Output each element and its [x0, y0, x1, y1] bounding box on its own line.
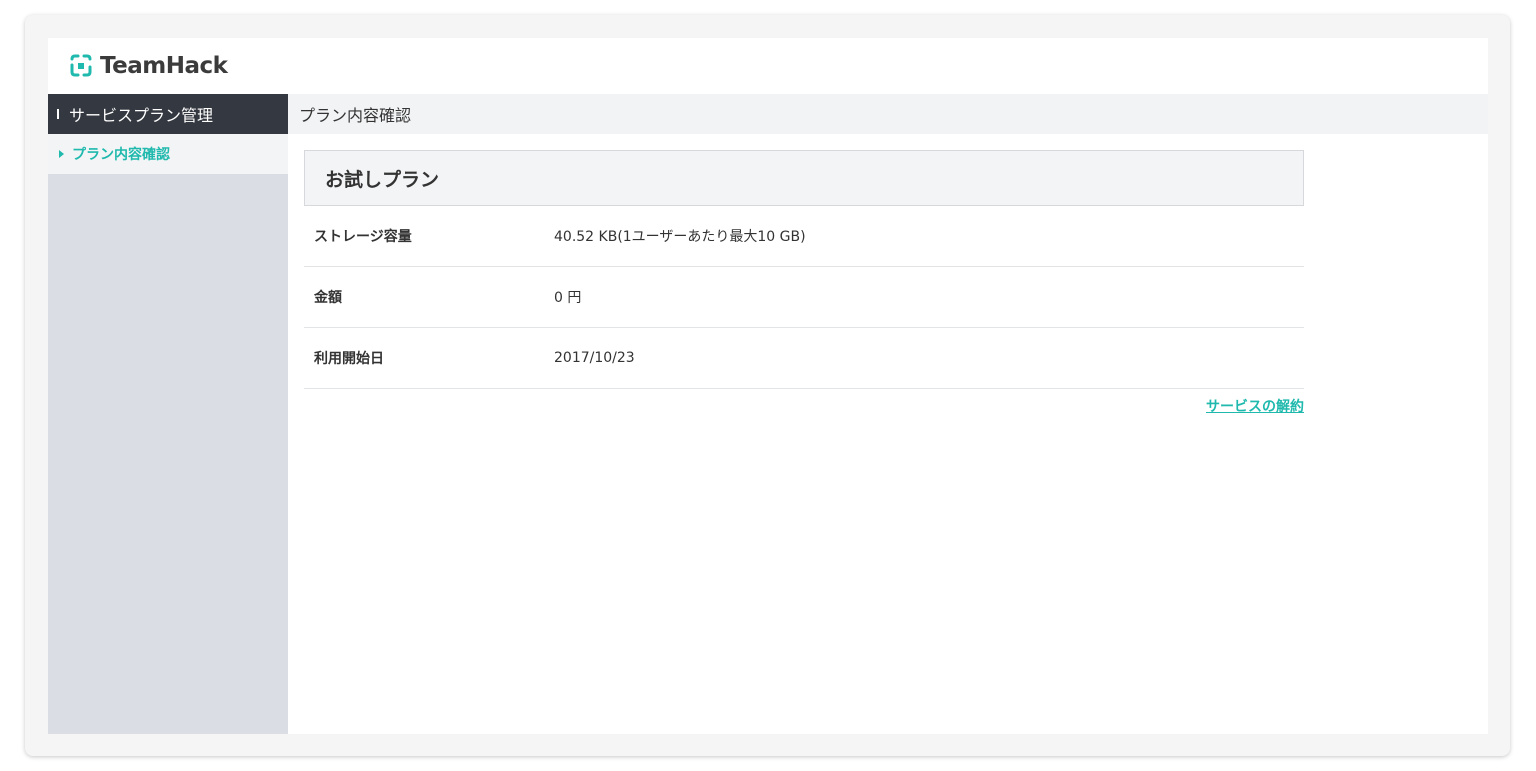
- sidebar-section-title: サービスプラン管理: [69, 106, 214, 125]
- detail-row-price: 金額 0 円: [304, 267, 1304, 328]
- detail-value: 0 円: [554, 290, 582, 306]
- brand-name: TeamHack: [100, 53, 228, 79]
- caret-right-icon: [59, 150, 64, 158]
- sidebar-item-plan-confirm[interactable]: プラン内容確認: [48, 134, 288, 174]
- detail-row-storage: ストレージ容量 40.52 KB(1ユーザーあたり最大10 GB): [304, 206, 1304, 267]
- header: TeamHack: [48, 38, 1488, 94]
- sidebar-section-header: サービスプラン管理: [48, 94, 288, 134]
- plan-name-box: お試しプラン: [304, 150, 1304, 206]
- plan-name: お試しプラン: [325, 168, 440, 191]
- logo[interactable]: TeamHack: [68, 52, 228, 80]
- detail-label: 金額: [314, 290, 342, 306]
- app-frame: TeamHack サービスプラン管理 プラン内容確認 プラン内容確認 お試しプラ…: [48, 38, 1488, 734]
- plan-content: お試しプラン ストレージ容量 40.52 KB(1ユーザーあたり最大10 GB)…: [304, 150, 1304, 416]
- sidebar-item-label: プラン内容確認: [72, 147, 170, 163]
- page-title-bar: プラン内容確認: [288, 94, 1488, 134]
- window-card: TeamHack サービスプラン管理 プラン内容確認 プラン内容確認 お試しプラ…: [25, 15, 1510, 756]
- cancel-row: サービスの解約: [304, 389, 1304, 416]
- detail-label: ストレージ容量: [314, 229, 412, 245]
- page-title: プラン内容確認: [299, 106, 412, 125]
- detail-row-start-date: 利用開始日 2017/10/23: [304, 328, 1304, 389]
- cancel-service-link[interactable]: サービスの解約: [1206, 399, 1304, 415]
- teamhack-logo-icon: [68, 53, 94, 79]
- section-bar-icon: [57, 109, 59, 119]
- detail-value: 40.52 KB(1ユーザーあたり最大10 GB): [554, 229, 806, 245]
- sidebar: サービスプラン管理 プラン内容確認: [48, 94, 288, 734]
- detail-label: 利用開始日: [314, 351, 384, 367]
- detail-value: 2017/10/23: [554, 350, 635, 366]
